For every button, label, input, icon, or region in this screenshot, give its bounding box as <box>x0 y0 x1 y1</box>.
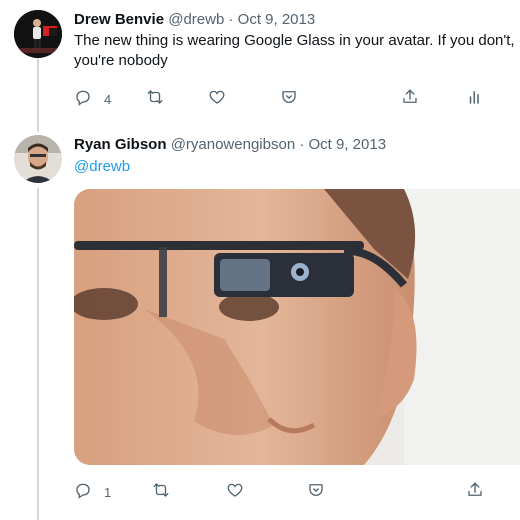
retweet-button[interactable] <box>152 480 170 504</box>
save-button[interactable] <box>307 480 325 504</box>
retweet-button[interactable] <box>146 87 164 111</box>
tweet-text: The new thing is wearing Google Glass in… <box>74 32 515 69</box>
save-icon <box>280 88 298 111</box>
retweet-icon <box>152 481 170 504</box>
share-button[interactable] <box>401 87 419 111</box>
separator-dot: · <box>228 11 234 28</box>
save-icon <box>307 481 325 504</box>
thread-line-bottom <box>37 188 39 520</box>
like-button[interactable] <box>208 87 226 111</box>
separator-dot: · <box>299 136 305 153</box>
like-icon <box>208 88 226 111</box>
reply-count: 4 <box>104 91 112 107</box>
author-handle[interactable]: @ryanowengibson <box>171 136 295 153</box>
photo-google-glass <box>74 189 520 465</box>
tweet-header: Ryan Gibson @ryanowengibson · Oct 9, 201… <box>74 135 386 155</box>
reply-icon <box>74 481 92 504</box>
tweet-header: Drew Benvie @drewb · Oct 9, 2013 <box>74 10 315 30</box>
share-icon <box>401 88 419 111</box>
tweet-actions: 1 <box>0 480 520 504</box>
reply-button[interactable]: 4 <box>74 87 111 111</box>
author-name[interactable]: Ryan Gibson <box>74 136 167 153</box>
like-button[interactable] <box>226 480 244 504</box>
like-icon <box>226 481 244 504</box>
reply-icon <box>74 88 92 111</box>
reply-count: 1 <box>104 484 112 500</box>
analytics-icon <box>466 88 484 111</box>
author-name[interactable]: Drew Benvie <box>74 11 164 28</box>
retweet-icon <box>146 88 164 111</box>
avatar[interactable] <box>14 10 62 58</box>
share-icon <box>466 481 484 504</box>
tweet-date[interactable]: Oct 9, 2013 <box>309 136 387 153</box>
reply-button[interactable]: 1 <box>74 480 111 504</box>
analytics-button[interactable] <box>466 87 484 111</box>
save-button[interactable] <box>280 87 298 111</box>
reply-mention[interactable]: @drewb <box>74 157 130 177</box>
author-handle[interactable]: @drewb <box>168 11 224 28</box>
share-button[interactable] <box>466 480 484 504</box>
avatar[interactable] <box>14 135 62 183</box>
tweet-date[interactable]: Oct 9, 2013 <box>238 11 316 28</box>
tweet-actions: 4 <box>0 87 520 111</box>
tweet-media-image[interactable] <box>74 189 520 465</box>
